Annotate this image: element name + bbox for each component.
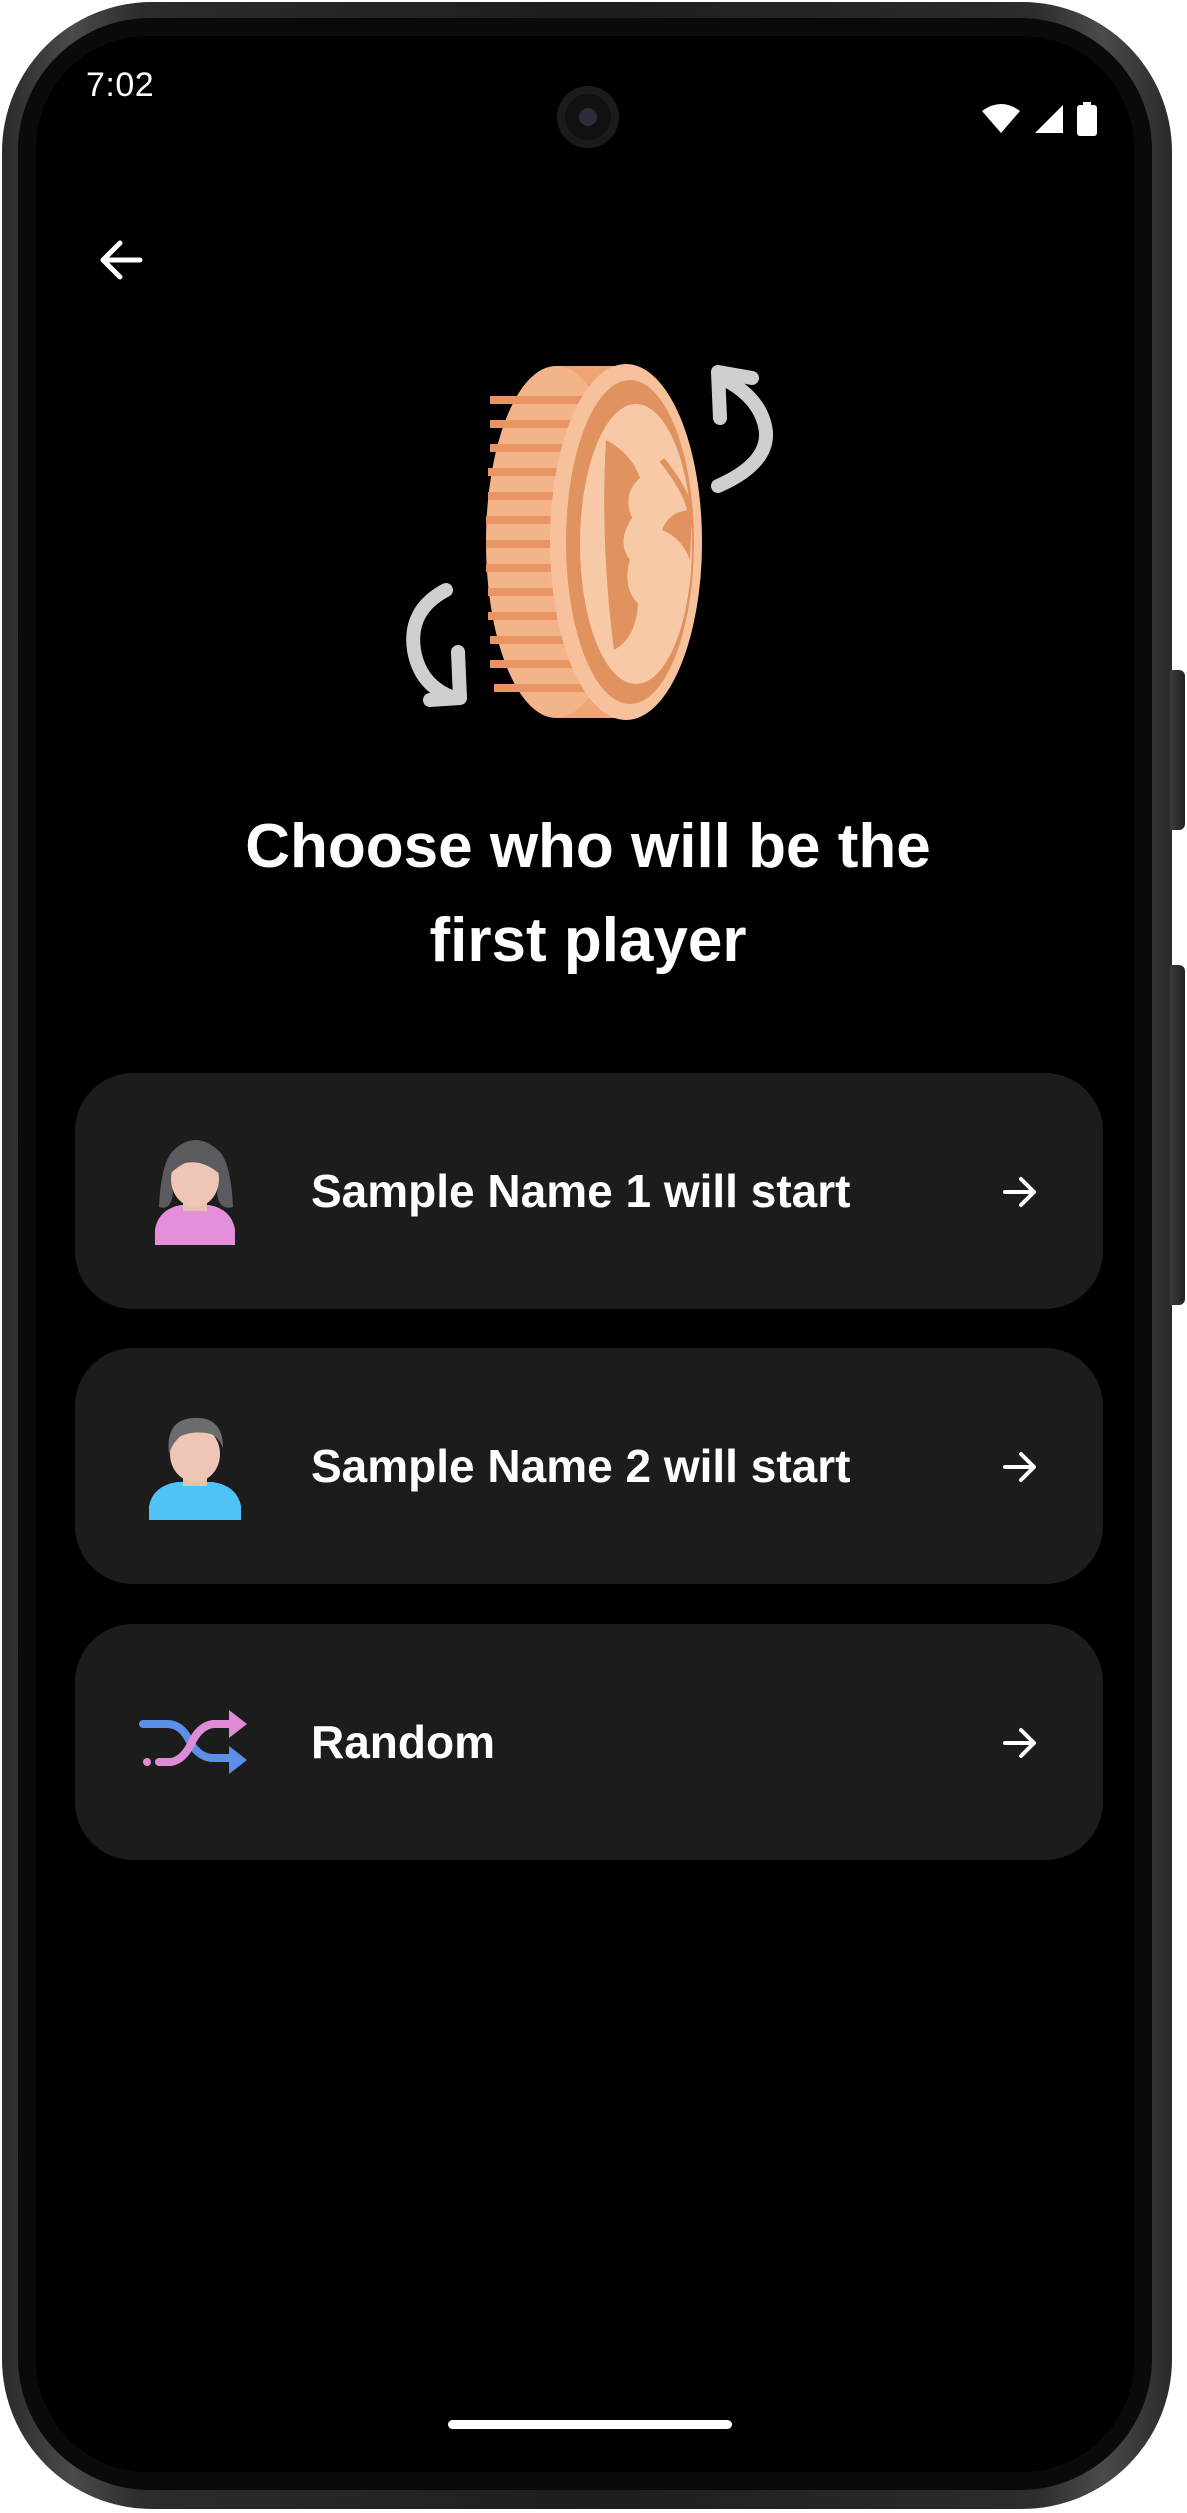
shuffle-icon: [139, 1710, 247, 1774]
option-card-player-1[interactable]: Sample Name 1 will start: [75, 1073, 1103, 1309]
avatar: [137, 1408, 253, 1524]
page-title-line-1: Choose who will be the: [245, 812, 931, 881]
back-button[interactable]: [92, 230, 152, 290]
status-icons: [981, 102, 1097, 136]
power-button: [1170, 965, 1185, 1305]
avatar: [137, 1133, 253, 1249]
option-card-player-2[interactable]: Sample Name 2 will start: [75, 1348, 1103, 1584]
coin-flip-icon: [406, 364, 774, 720]
page-title-line-2: first player: [429, 906, 747, 975]
coin-flip-illustration: [400, 360, 790, 730]
male-avatar-icon: [149, 1417, 241, 1520]
arrow-forward-icon: [1003, 1452, 1036, 1482]
female-avatar-icon: [155, 1140, 235, 1245]
status-time: 7:02: [86, 66, 155, 104]
home-indicator[interactable]: [448, 2420, 732, 2429]
wifi-icon: [982, 104, 1020, 133]
front-camera: [557, 86, 619, 148]
cellular-signal-icon: [1035, 105, 1063, 133]
phone-device: 7:02 Choose who will be the first player…: [0, 0, 1187, 2513]
random-icon-wrap: [137, 1684, 253, 1800]
battery-icon: [1077, 102, 1097, 136]
arrow-forward-icon: [1003, 1728, 1036, 1758]
option-card-random[interactable]: Random: [75, 1624, 1103, 1860]
arrow-forward-icon: [1003, 1177, 1036, 1207]
option-label: Sample Name 1 will start: [311, 1165, 851, 1217]
volume-button: [1170, 670, 1185, 830]
page-title: Choose who will be the first player: [100, 800, 1076, 988]
option-label: Random: [311, 1716, 495, 1768]
arrow-back-icon: [100, 240, 143, 280]
option-label: Sample Name 2 will start: [311, 1440, 851, 1492]
